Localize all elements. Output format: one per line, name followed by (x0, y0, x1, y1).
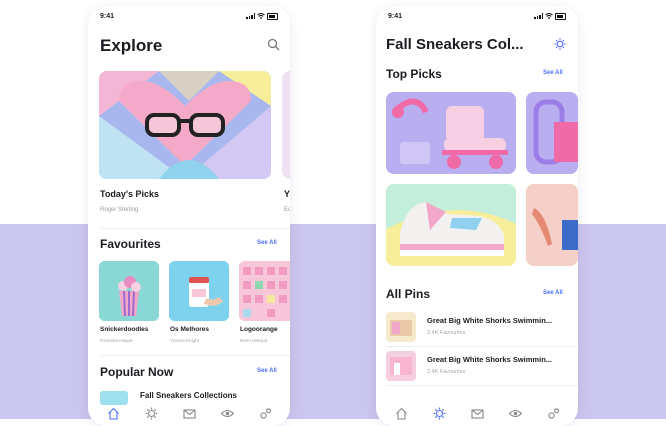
battery-icon (267, 13, 278, 20)
status-time: 9:41 (388, 13, 403, 20)
top-pick-card-tools[interactable] (526, 92, 578, 174)
eye-icon (508, 409, 522, 417)
favourite-item-snickerdoodles[interactable] (99, 261, 159, 321)
divider (100, 228, 290, 229)
popular-now-heading: Popular Now (100, 365, 174, 379)
all-pins-see-all-link[interactable]: See All (543, 290, 563, 296)
tab-bar (88, 405, 290, 425)
pin-row[interactable]: Great Big White Shorks Swimmin... 2.4K F… (386, 312, 572, 344)
status-time: 9:41 (100, 13, 115, 20)
tools-artwork (526, 92, 578, 174)
top-pick-card-rollerskate[interactable] (386, 92, 516, 174)
top-picks-see-all-link[interactable]: See All (543, 70, 563, 76)
favourite-name: Snickerdoodles (100, 326, 149, 333)
settings-icon (145, 407, 157, 419)
home-icon (395, 407, 407, 420)
search-icon[interactable] (267, 38, 280, 51)
favourites-see-all-link[interactable]: See All (257, 240, 277, 246)
pin-title: Great Big White Shorks Swimmin... (427, 355, 553, 364)
todays-picks-title: Today's Picks (100, 189, 160, 199)
favourite-item-logoorange[interactable] (239, 261, 290, 321)
home-icon (107, 407, 119, 420)
favourite-author: Remi Hakopa (240, 338, 268, 343)
sneaker-artwork (386, 184, 516, 266)
divider (100, 355, 290, 356)
favourite-author: Yvonne Knight (170, 338, 200, 343)
status-bar: 9:41 (388, 13, 566, 25)
favourite-item-os-melhores[interactable] (169, 261, 229, 321)
pin-thumbnail (386, 312, 416, 342)
top-picks-heading: Top Picks (386, 67, 442, 81)
eye-icon (220, 409, 234, 417)
favourite-author: Paramita Haque (100, 338, 133, 343)
gears-icon (259, 407, 271, 419)
favourites-heading: Favourites (100, 237, 161, 251)
signal-icon (534, 13, 543, 20)
favourite-name: Logoorange (240, 326, 278, 333)
wifi-icon (545, 13, 553, 20)
next-pick-title: Ye (284, 189, 290, 199)
battery-icon (555, 13, 566, 20)
settings-icon (433, 407, 445, 419)
mail-icon (470, 408, 484, 419)
page-title: Explore (100, 36, 163, 55)
next-pick-author: Ec (284, 207, 290, 213)
pill-bottle-artwork (169, 261, 229, 321)
pattern-artwork (239, 261, 290, 321)
explore-phone-screen: 9:41 Explore Today's Picks Roger Sterlin… (88, 6, 290, 426)
todays-picks-author: Roger Sterling (100, 207, 139, 213)
pin-favourites-count: 2.4K Favourites (427, 330, 466, 336)
wifi-icon (257, 13, 265, 20)
rollerskate-artwork (386, 92, 516, 174)
status-bar: 9:41 (100, 13, 278, 25)
top-pick-card-heels[interactable] (526, 184, 578, 266)
popular-see-all-link[interactable]: See All (257, 368, 277, 374)
page-title: Fall Sneakers Col... (386, 36, 524, 53)
glasses-artwork (99, 71, 271, 179)
heels-artwork (526, 184, 578, 266)
mail-icon (182, 408, 196, 419)
status-icons (246, 13, 278, 20)
popcorn-artwork (99, 261, 159, 321)
popular-item-title[interactable]: Fall Sneakers Collections (140, 391, 237, 400)
settings-icon[interactable] (554, 38, 566, 50)
gears-icon (547, 407, 559, 419)
pin-row[interactable] (386, 372, 572, 404)
tab-bar (376, 405, 578, 425)
next-pick-card[interactable] (282, 71, 290, 179)
favourite-name: Os Melhores (170, 326, 210, 333)
divider (386, 346, 578, 347)
pin-title: Great Big White Shorks Swimmin... (427, 316, 553, 325)
popular-item-thumbnail[interactable] (100, 391, 128, 405)
top-pick-card-sneaker[interactable] (386, 184, 516, 266)
signal-icon (246, 13, 255, 20)
collection-phone-screen: 9:41 Fall Sneakers Col... Top Picks See … (376, 6, 578, 426)
status-icons (534, 13, 566, 20)
todays-picks-card[interactable] (99, 71, 271, 179)
all-pins-heading: All Pins (386, 287, 431, 301)
